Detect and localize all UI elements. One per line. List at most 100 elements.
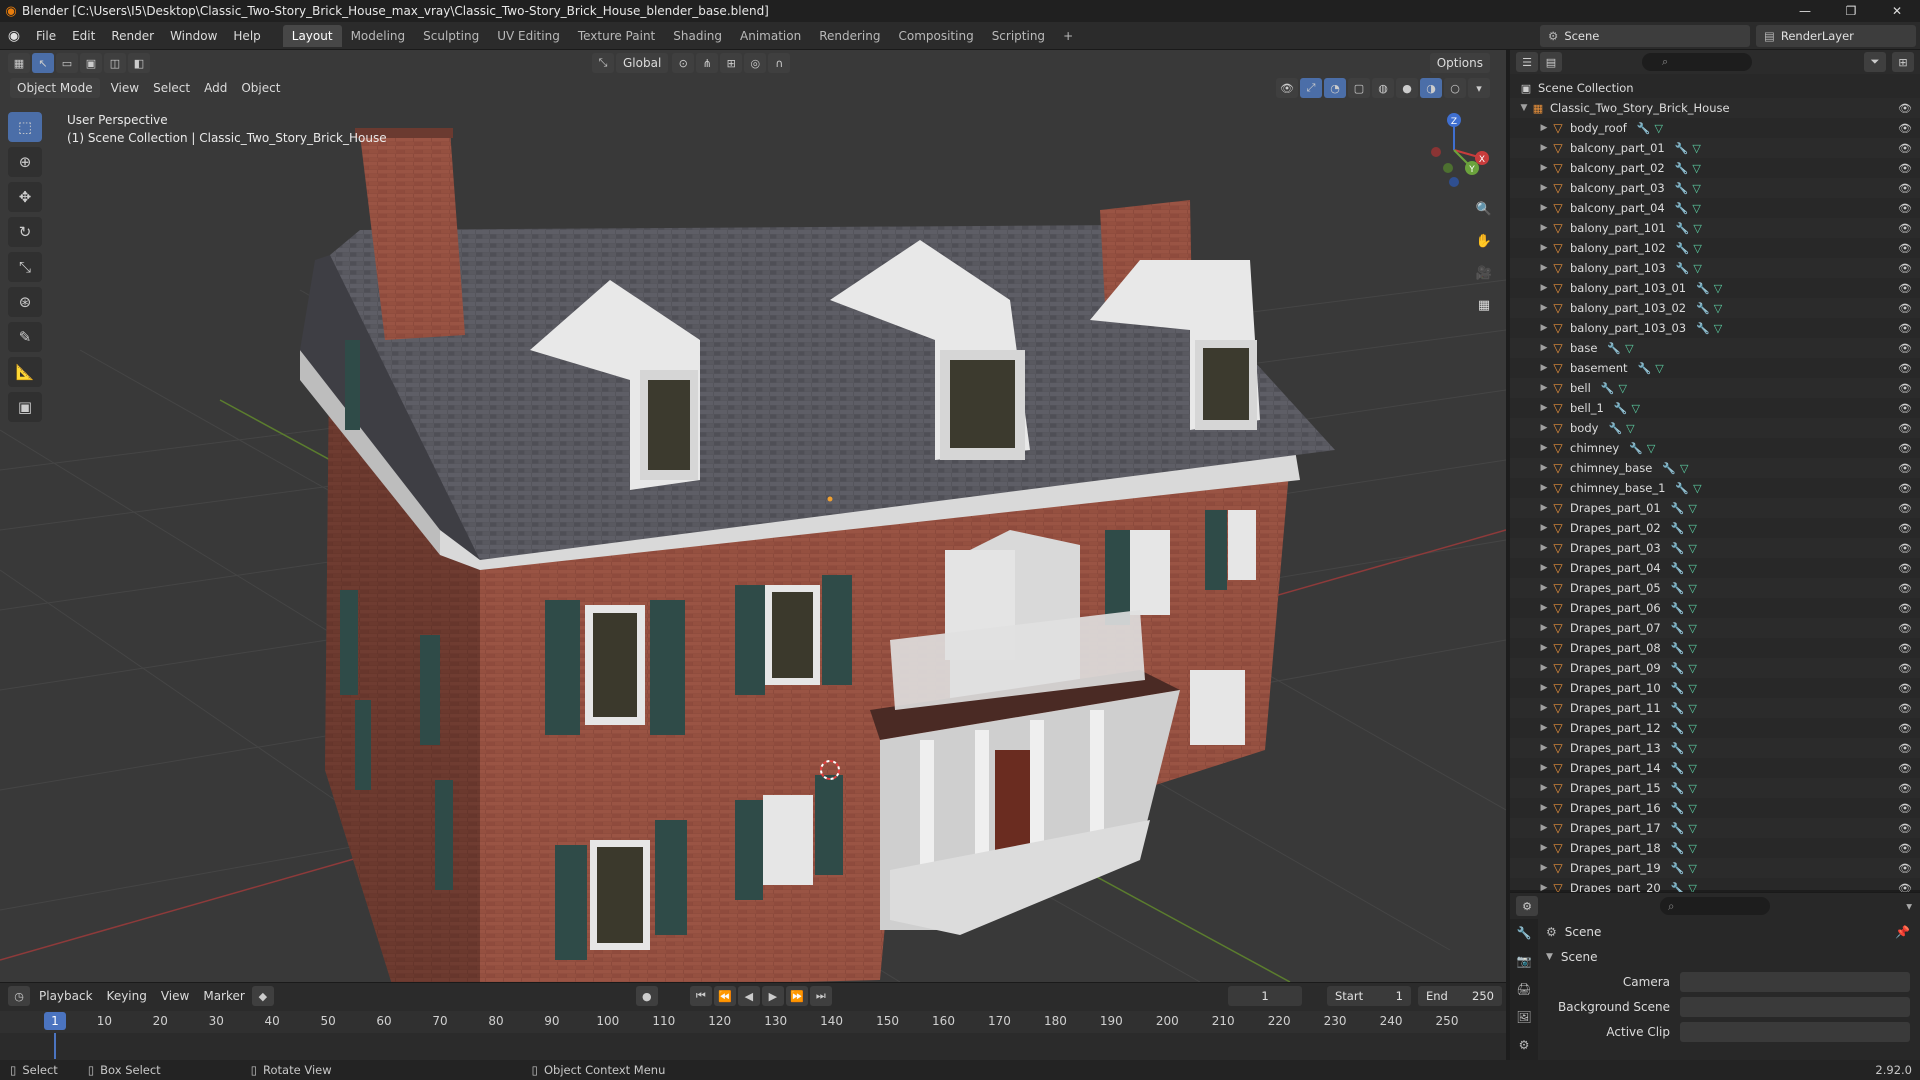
expand-arrow-icon[interactable]: ▶ [1538, 163, 1550, 173]
jump-end-icon[interactable]: ⏭ [809, 986, 832, 1006]
collection-row[interactable]: ▼ ▦ Classic_Two_Story_Brick_House 👁 [1510, 98, 1920, 118]
outliner-search-input[interactable]: ⌕ [1642, 53, 1752, 71]
outliner-object-row[interactable]: ▶ ▽ balony_part_103 🔧 ▽ 👁 [1510, 258, 1920, 278]
mesh-data-icon[interactable]: ▽ [1688, 662, 1696, 675]
add-cube-tool-icon[interactable]: ▣ [8, 392, 42, 422]
add-menu[interactable]: Add [197, 81, 234, 95]
expand-arrow-icon[interactable]: ▶ [1538, 463, 1550, 473]
modifier-icon[interactable]: 🔧 [1675, 482, 1689, 495]
modifier-icon[interactable]: 🔧 [1696, 282, 1710, 295]
modifier-icon[interactable]: 🔧 [1671, 762, 1685, 775]
mesh-data-icon[interactable]: ▽ [1693, 242, 1701, 255]
expand-arrow-icon[interactable]: ▶ [1538, 243, 1550, 253]
select-menu[interactable]: Select [146, 81, 197, 95]
expand-arrow-icon[interactable]: ▶ [1538, 563, 1550, 573]
scene-tab-icon[interactable]: ⚙ [1510, 1031, 1538, 1059]
select-extend-icon[interactable]: ▣ [80, 53, 102, 73]
modifier-icon[interactable]: 🔧 [1696, 322, 1710, 335]
eye-icon[interactable]: 👁 [1898, 502, 1912, 515]
render-layer-selector[interactable]: ▤ RenderLayer [1756, 25, 1916, 47]
outliner-object-row[interactable]: ▶ ▽ Drapes_part_06 🔧 ▽ 👁 [1510, 598, 1920, 618]
eye-icon[interactable]: 👁 [1898, 462, 1912, 475]
outliner-object-row[interactable]: ▶ ▽ Drapes_part_09 🔧 ▽ 👁 [1510, 658, 1920, 678]
3d-viewport[interactable]: ▦ ↖ ▭ ▣ ◫ ◧ ⤡ Global ⊙ ⋔ ⊞ ◎ ∩ Options O… [0, 50, 1506, 982]
eye-icon[interactable]: 👁 [1898, 862, 1912, 875]
mesh-data-icon[interactable]: ▽ [1688, 682, 1696, 695]
jump-keyframe-back-icon[interactable]: ⏪ [713, 986, 736, 1006]
keying-menu[interactable]: Keying [100, 989, 154, 1003]
outliner-object-row[interactable]: ▶ ▽ Drapes_part_03 🔧 ▽ 👁 [1510, 538, 1920, 558]
scene-panel-header[interactable]: ▼ Scene [1540, 944, 1920, 969]
expand-arrow-icon[interactable]: ▶ [1538, 183, 1550, 193]
mesh-data-icon[interactable]: ▽ [1688, 542, 1696, 555]
menu-render[interactable]: Render [103, 29, 162, 43]
mesh-data-icon[interactable]: ▽ [1692, 202, 1700, 215]
modifier-icon[interactable]: 🔧 [1671, 862, 1685, 875]
eye-icon[interactable]: 👁 [1898, 722, 1912, 735]
modifier-icon[interactable]: 🔧 [1671, 502, 1685, 515]
new-collection-icon[interactable]: ⊞ [1892, 52, 1914, 72]
modifier-icon[interactable]: 🔧 [1675, 162, 1689, 175]
modifier-icon[interactable]: 🔧 [1671, 642, 1685, 655]
eye-icon[interactable]: 👁 [1898, 762, 1912, 775]
expand-arrow-icon[interactable]: ▶ [1538, 723, 1550, 733]
modifier-icon[interactable]: 🔧 [1671, 702, 1685, 715]
camera-view-icon[interactable]: 🎥 [1470, 259, 1498, 287]
expand-arrow-icon[interactable]: ▶ [1538, 383, 1550, 393]
minimize-button[interactable]: — [1782, 0, 1828, 22]
transform-tool-icon[interactable]: ⊛ [8, 287, 42, 317]
eye-icon[interactable]: 👁 [1898, 582, 1912, 595]
modifier-icon[interactable]: 🔧 [1671, 622, 1685, 635]
modifier-icon[interactable]: 🔧 [1675, 182, 1689, 195]
modifier-icon[interactable]: 🔧 [1676, 242, 1690, 255]
wireframe-shading-icon[interactable]: ◍ [1372, 78, 1394, 98]
expand-arrow-icon[interactable]: ▶ [1538, 583, 1550, 593]
scene-collection-row[interactable]: ▣ Scene Collection [1510, 78, 1920, 98]
outliner-object-row[interactable]: ▶ ▽ chimney_base_1 🔧 ▽ 👁 [1510, 478, 1920, 498]
object-menu[interactable]: Object [234, 81, 287, 95]
jump-keyframe-forward-icon[interactable]: ⏩ [785, 986, 808, 1006]
eye-icon[interactable]: 👁 [1898, 842, 1912, 855]
editor-type-icon[interactable]: ▦ [8, 53, 30, 73]
mesh-data-icon[interactable]: ▽ [1655, 122, 1663, 135]
outliner-object-row[interactable]: ▶ ▽ balony_part_103_03 🔧 ▽ 👁 [1510, 318, 1920, 338]
outliner-object-row[interactable]: ▶ ▽ Drapes_part_16 🔧 ▽ 👁 [1510, 798, 1920, 818]
playhead[interactable]: 1 [44, 1012, 66, 1030]
display-mode-icon[interactable]: ▤ [1540, 52, 1562, 72]
outliner-object-row[interactable]: ▶ ▽ Drapes_part_10 🔧 ▽ 👁 [1510, 678, 1920, 698]
menu-edit[interactable]: Edit [64, 29, 103, 43]
modifier-icon[interactable]: 🔧 [1671, 522, 1685, 535]
render-tab-icon[interactable]: 📷 [1510, 947, 1538, 975]
mesh-data-icon[interactable]: ▽ [1632, 402, 1640, 415]
eye-icon[interactable]: 👁 [1898, 302, 1912, 315]
outliner-object-row[interactable]: ▶ ▽ balcony_part_03 🔧 ▽ 👁 [1510, 178, 1920, 198]
play-reverse-icon[interactable]: ◀ [737, 986, 760, 1006]
move-tool-icon[interactable]: ✥ [8, 182, 42, 212]
eye-icon[interactable]: 👁 [1898, 702, 1912, 715]
outliner-object-row[interactable]: ▶ ▽ balony_part_103_02 🔧 ▽ 👁 [1510, 298, 1920, 318]
mesh-data-icon[interactable]: ▽ [1688, 742, 1696, 755]
modifier-icon[interactable]: 🔧 [1608, 422, 1622, 435]
end-frame-field[interactable]: End 250 [1418, 986, 1502, 1006]
modifier-icon[interactable]: 🔧 [1675, 202, 1689, 215]
mesh-data-icon[interactable]: ▽ [1680, 462, 1688, 475]
timeline-editor-icon[interactable]: ◷ [8, 986, 30, 1006]
outliner-object-row[interactable]: ▶ ▽ Drapes_part_01 🔧 ▽ 👁 [1510, 498, 1920, 518]
expand-arrow-icon[interactable]: ▶ [1538, 403, 1550, 413]
eye-icon[interactable]: 👁 [1898, 402, 1912, 415]
expand-arrow-icon[interactable]: ▶ [1538, 643, 1550, 653]
mesh-data-icon[interactable]: ▽ [1688, 702, 1696, 715]
outliner-object-row[interactable]: ▶ ▽ Drapes_part_18 🔧 ▽ 👁 [1510, 838, 1920, 858]
expand-arrow-icon[interactable]: ▶ [1538, 863, 1550, 873]
properties-search-input[interactable]: ⌕ [1660, 897, 1770, 915]
pin-icon[interactable]: 📌 [1895, 925, 1910, 939]
eye-icon[interactable]: 👁 [1898, 222, 1912, 235]
eye-icon[interactable]: 👁 [1898, 322, 1912, 335]
view-menu[interactable]: View [104, 81, 146, 95]
pivot-point-icon[interactable]: ⊙ [672, 53, 695, 73]
eye-icon[interactable]: 👁 [1898, 182, 1912, 195]
outliner-object-row[interactable]: ▶ ▽ basement 🔧 ▽ 👁 [1510, 358, 1920, 378]
output-tab-icon[interactable]: 🖨 [1510, 975, 1538, 1003]
tool-tab-icon[interactable]: 🔧 [1510, 919, 1538, 947]
snap-icon[interactable]: ⋔ [696, 53, 719, 73]
